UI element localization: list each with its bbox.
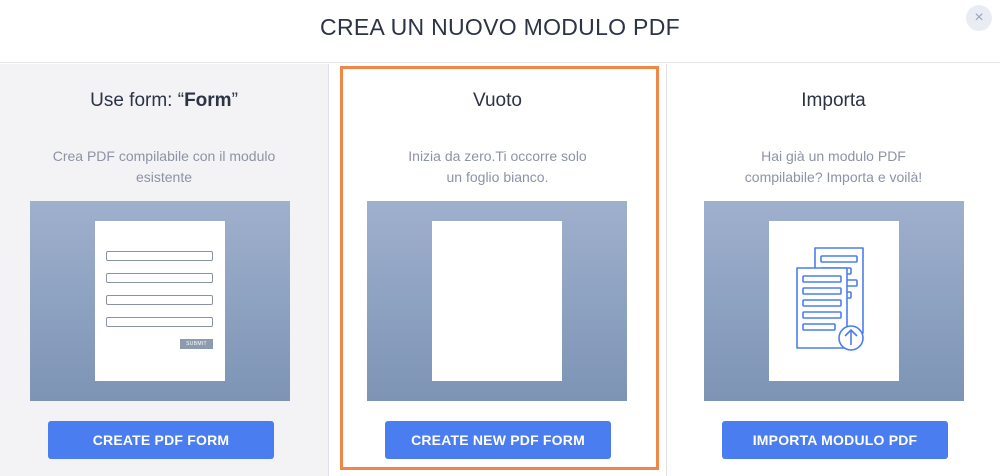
blank-preview-paper: [432, 221, 562, 381]
title-suffix: ”: [231, 90, 238, 111]
blank-preview: [367, 201, 627, 401]
form-preview: SUBMIT: [30, 201, 290, 401]
form-preview-paper: SUBMIT: [95, 221, 225, 381]
option-use-form[interactable]: Use form: “Form” Crea PDF compilabile co…: [0, 64, 329, 476]
import-preview-paper: [769, 221, 899, 381]
description-line: Inizia da zero.Ti occorre solo: [408, 148, 587, 164]
import-preview: [704, 201, 964, 401]
description-line: compilabile? Importa e voilà!: [744, 169, 923, 185]
preview-field: [106, 317, 213, 327]
description-line: un foglio bianco.: [446, 169, 549, 185]
close-icon[interactable]: ×: [966, 5, 992, 31]
option-description: Hai già un modulo PDF compilabile? Impor…: [697, 146, 970, 188]
import-pdf-form-button[interactable]: IMPORTA MODULO PDF: [722, 421, 948, 459]
create-pdf-modal: CREA UN NUOVO MODULO PDF × Use form: “Fo…: [0, 0, 1000, 476]
create-new-pdf-form-button[interactable]: CREATE NEW PDF FORM: [385, 421, 611, 459]
title-form-name: Form: [184, 90, 232, 111]
option-import[interactable]: Importa Hai già un modulo PDF compilabil…: [666, 64, 1000, 476]
option-blank[interactable]: Vuoto Inizia da zero.Ti occorre solo un …: [330, 64, 665, 476]
preview-submit-button: SUBMIT: [180, 339, 213, 349]
preview-field: [106, 273, 213, 283]
option-description: Crea PDF compilabile con il modulo esist…: [52, 148, 276, 185]
description-line: Hai già un modulo PDF: [761, 148, 906, 164]
modal-header: CREA UN NUOVO MODULO PDF ×: [0, 0, 1000, 63]
preview-field: [106, 251, 213, 261]
option-description: Inizia da zero.Ti occorre solo un foglio…: [360, 146, 635, 188]
document-upload-icon: [796, 247, 864, 351]
modal-title: CREA UN NUOVO MODULO PDF: [320, 14, 680, 40]
title-prefix: Use form: “: [90, 90, 185, 111]
create-pdf-form-button[interactable]: CREATE PDF FORM: [48, 421, 274, 459]
option-title: Use form: “Form”: [0, 90, 328, 112]
option-title: Vuoto: [473, 90, 522, 111]
preview-field: [106, 295, 213, 305]
option-title: Importa: [801, 90, 866, 111]
